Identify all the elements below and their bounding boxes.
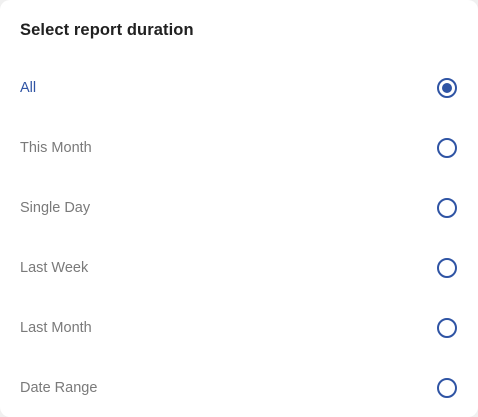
radio-button-last-week[interactable] xyxy=(437,258,457,278)
option-label: This Month xyxy=(20,140,92,156)
radio-button-this-month[interactable] xyxy=(437,138,457,158)
radio-selected-dot-icon xyxy=(442,83,452,93)
duration-options-list: All This Month Single Day Last Week Last… xyxy=(0,58,478,417)
option-single-day[interactable]: Single Day xyxy=(0,178,478,238)
option-this-month[interactable]: This Month xyxy=(0,118,478,178)
option-label: Single Day xyxy=(20,200,91,216)
option-last-month[interactable]: Last Month xyxy=(0,298,478,358)
dialog-title: Select report duration xyxy=(20,21,194,39)
option-label: Date Range xyxy=(20,380,98,396)
report-duration-dialog: Select report duration All This Month Si… xyxy=(0,0,478,417)
option-date-range[interactable]: Date Range xyxy=(0,358,478,417)
option-label: Last Week xyxy=(20,260,89,276)
radio-button-all[interactable] xyxy=(437,78,457,98)
option-all[interactable]: All xyxy=(0,58,478,118)
radio-button-last-month[interactable] xyxy=(437,318,457,338)
option-label: Last Month xyxy=(20,320,92,336)
option-last-week[interactable]: Last Week xyxy=(0,238,478,298)
radio-button-single-day[interactable] xyxy=(437,198,457,218)
radio-button-date-range[interactable] xyxy=(437,378,457,398)
option-label: All xyxy=(20,80,37,96)
